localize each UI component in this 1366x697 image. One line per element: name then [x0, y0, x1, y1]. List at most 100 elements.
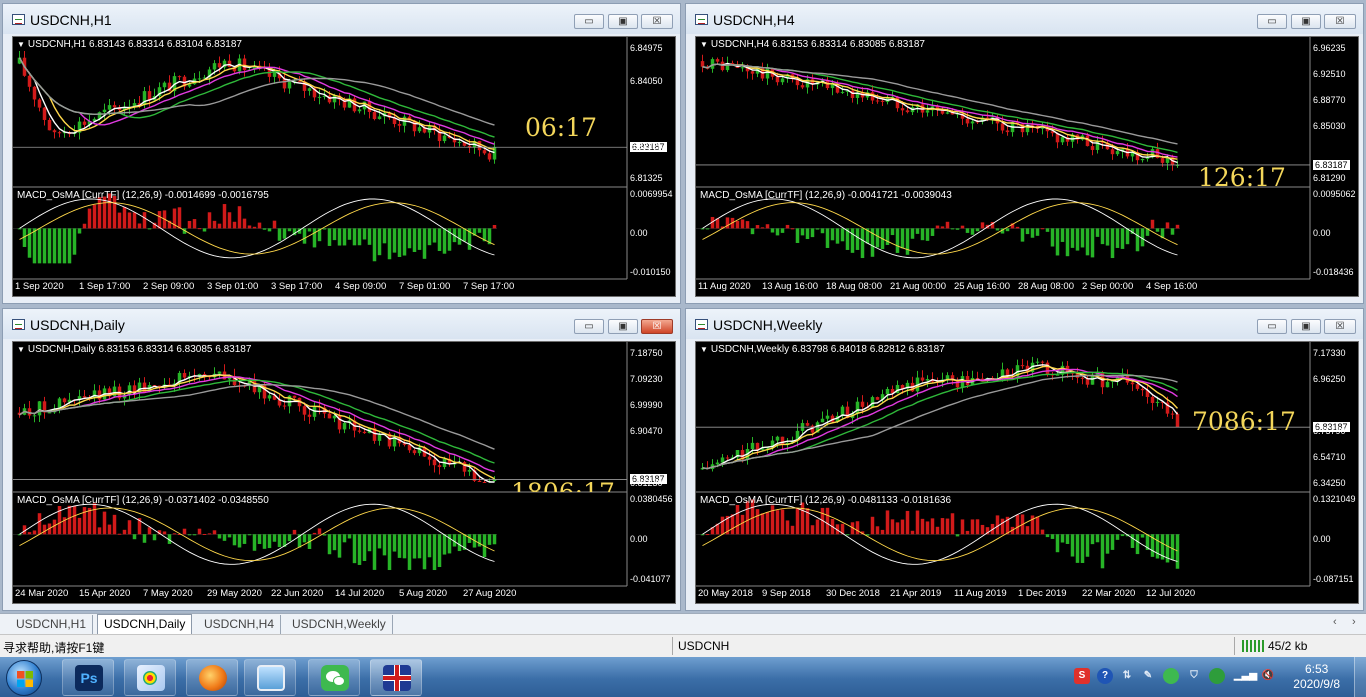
ohlc-values: USDCNH,H4 6.83153 6.83314 6.83085 6.8318… — [710, 39, 925, 50]
close-button[interactable]: ☒ — [1324, 319, 1356, 334]
tab-usdcnh-h1[interactable]: USDCNH,H1 — [10, 615, 94, 634]
macd-histogram-bar — [142, 534, 147, 543]
status-help-text: 寻求帮助,请按F1键 — [3, 641, 105, 655]
window-titlebar[interactable]: USDCNH,Daily ▭ ▣ ☒ — [3, 309, 680, 339]
taskbar-photoshop[interactable]: Ps — [62, 659, 114, 696]
candle-body — [307, 414, 312, 417]
chart-area[interactable]: ▼ USDCNH,Weekly 6.83798 6.84018 6.82812 6… — [695, 341, 1359, 604]
maximize-button[interactable]: ▣ — [1291, 319, 1321, 334]
taskbar-paint[interactable] — [124, 659, 176, 696]
macd-histogram-bar — [392, 534, 397, 552]
tab-usdcnh-daily[interactable]: USDCNH,Daily — [97, 614, 193, 635]
time-axis-label: 2 Sep 00:00 — [1082, 281, 1134, 292]
chart-icon — [12, 319, 25, 330]
macd-histogram-bar — [910, 530, 915, 535]
security-icon[interactable] — [1209, 668, 1225, 684]
macd-histogram-bar — [217, 223, 222, 229]
macd-histogram-bar — [77, 517, 82, 535]
macd-histogram-bar — [1170, 228, 1175, 235]
macd-histogram-bar — [855, 228, 860, 250]
close-button[interactable]: ☒ — [1324, 14, 1356, 29]
maximize-button[interactable]: ▣ — [608, 14, 638, 29]
macd-histogram-bar — [950, 513, 955, 535]
minimize-button[interactable]: ▭ — [1257, 319, 1287, 334]
taskbar-photo-viewer[interactable] — [244, 659, 296, 696]
candle-body — [870, 397, 875, 408]
time-axis-label: 1 Sep 2020 — [15, 281, 64, 292]
macd-histogram-bar — [805, 228, 810, 240]
macd-histogram-bar — [1120, 534, 1125, 537]
network-share-icon[interactable]: ⇅ — [1119, 668, 1135, 684]
ohlc-values: USDCNH,Weekly 6.83798 6.84018 6.82812 6.… — [710, 344, 945, 355]
chart-icon — [695, 319, 708, 330]
minimize-button[interactable]: ▭ — [1257, 14, 1287, 29]
macd-histogram-bar — [52, 519, 57, 535]
chart-area[interactable]: ▼ USDCNH,Daily 6.83153 6.83314 6.83085 6.… — [12, 341, 676, 604]
macd-histogram-bar — [47, 228, 52, 264]
macd-histogram-bar — [705, 228, 710, 230]
chart-window-h1[interactable]: USDCNH,H1 ▭ ▣ ☒ ▼ USDCNH,H1 6.83143 6.833… — [2, 3, 681, 304]
macd-histogram-bar — [1060, 534, 1065, 543]
taskbar-clock[interactable]: 6:53 2020/9/8 — [1293, 662, 1340, 692]
tab-usdcnh-weekly[interactable]: USDCNH,Weekly — [286, 615, 393, 634]
macd-histogram-bar — [1020, 228, 1025, 242]
sogou-input-icon[interactable]: S — [1074, 668, 1090, 684]
macd-histogram-bar — [232, 534, 237, 546]
window-titlebar[interactable]: USDCNH,H1 ▭ ▣ ☒ — [3, 4, 680, 34]
close-button[interactable]: ☒ — [641, 14, 673, 29]
macd-histogram-bar — [1035, 228, 1040, 236]
start-button[interactable] — [6, 660, 42, 696]
chart-area[interactable]: ▼ USDCNH,H1 6.83143 6.83314 6.83104 6.831… — [12, 36, 676, 297]
macd-histogram-bar — [127, 212, 132, 229]
macd-histogram-bar — [950, 228, 955, 230]
window-titlebar[interactable]: USDCNH,H4 ▭ ▣ ☒ — [686, 4, 1363, 34]
macd-histogram-bar — [905, 228, 910, 255]
macd-histogram-bar — [875, 228, 880, 248]
taskbar-firefox[interactable] — [186, 659, 238, 696]
candle-body — [875, 397, 880, 400]
time-axis-label: 27 Aug 2020 — [463, 588, 517, 599]
macd-histogram-bar — [1050, 228, 1055, 247]
volume-muted-icon[interactable]: 🔇 — [1260, 668, 1276, 684]
wechat-tray-icon[interactable] — [1163, 668, 1179, 684]
candle-body — [825, 415, 830, 419]
macd-histogram-bar — [202, 533, 207, 535]
macd-histogram-bar — [1075, 228, 1080, 251]
taskbar-wechat[interactable] — [308, 659, 360, 696]
help-icon[interactable]: ? — [1097, 668, 1113, 684]
signal-strength-icon[interactable]: ▁▃▅ — [1234, 668, 1257, 684]
minimize-button[interactable]: ▭ — [574, 319, 604, 334]
maximize-button[interactable]: ▣ — [608, 319, 638, 334]
tab-scroll-right-icon[interactable]: › — [1352, 616, 1356, 628]
minimize-button[interactable]: ▭ — [574, 14, 604, 29]
macd-histogram-bar — [935, 225, 940, 229]
macd-histogram-bar — [312, 228, 317, 248]
tab-usdcnh-h4[interactable]: USDCNH,H4 — [198, 615, 282, 634]
price-tick-label: 6.81325 — [630, 173, 663, 183]
macd-histogram-bar — [132, 212, 137, 229]
time-axis-label: 24 Mar 2020 — [15, 588, 69, 599]
macd-histogram-bar — [760, 227, 765, 229]
time-axis-label: 12 Jul 2020 — [1146, 588, 1196, 599]
chart-symbol-header: ▼ USDCNH,H4 6.83153 6.83314 6.83085 6.831… — [700, 39, 925, 50]
chart-area[interactable]: ▼ USDCNH,H4 6.83153 6.83314 6.83085 6.831… — [695, 36, 1359, 297]
time-axis-label: 18 Aug 08:00 — [826, 281, 882, 292]
pen-icon[interactable]: ✎ — [1140, 668, 1156, 684]
chart-window-weekly[interactable]: USDCNH,Weekly ▭ ▣ ☒ ▼ USDCNH,Weekly 6.837… — [685, 308, 1364, 611]
chart-window-h4[interactable]: USDCNH,H4 ▭ ▣ ☒ ▼ USDCNH,H4 6.83153 6.833… — [685, 3, 1364, 304]
taskbar-metatrader[interactable] — [370, 659, 422, 696]
macd-histogram-bar — [262, 534, 267, 549]
chart-window-daily[interactable]: USDCNH,Daily ▭ ▣ ☒ ▼ USDCNH,Daily 6.83153… — [2, 308, 681, 611]
candle-body — [297, 81, 302, 83]
window-titlebar[interactable]: USDCNH,Weekly ▭ ▣ ☒ — [686, 309, 1363, 339]
ohlc-values: USDCNH,H1 6.83143 6.83314 6.83104 6.8318… — [27, 39, 242, 50]
candle-body — [800, 85, 805, 88]
shield-icon[interactable]: ⛉ — [1186, 668, 1202, 684]
close-button[interactable]: ☒ — [641, 319, 673, 334]
macd-histogram-bar — [915, 228, 920, 234]
candle-body — [1045, 362, 1050, 375]
show-desktop-button[interactable] — [1354, 657, 1366, 697]
macd-header: MACD_OsMA [CurrTF] (12,26,9) -0.0371402 … — [17, 495, 269, 506]
tab-scroll-left-icon[interactable]: ‹ — [1333, 616, 1337, 628]
maximize-button[interactable]: ▣ — [1291, 14, 1321, 29]
